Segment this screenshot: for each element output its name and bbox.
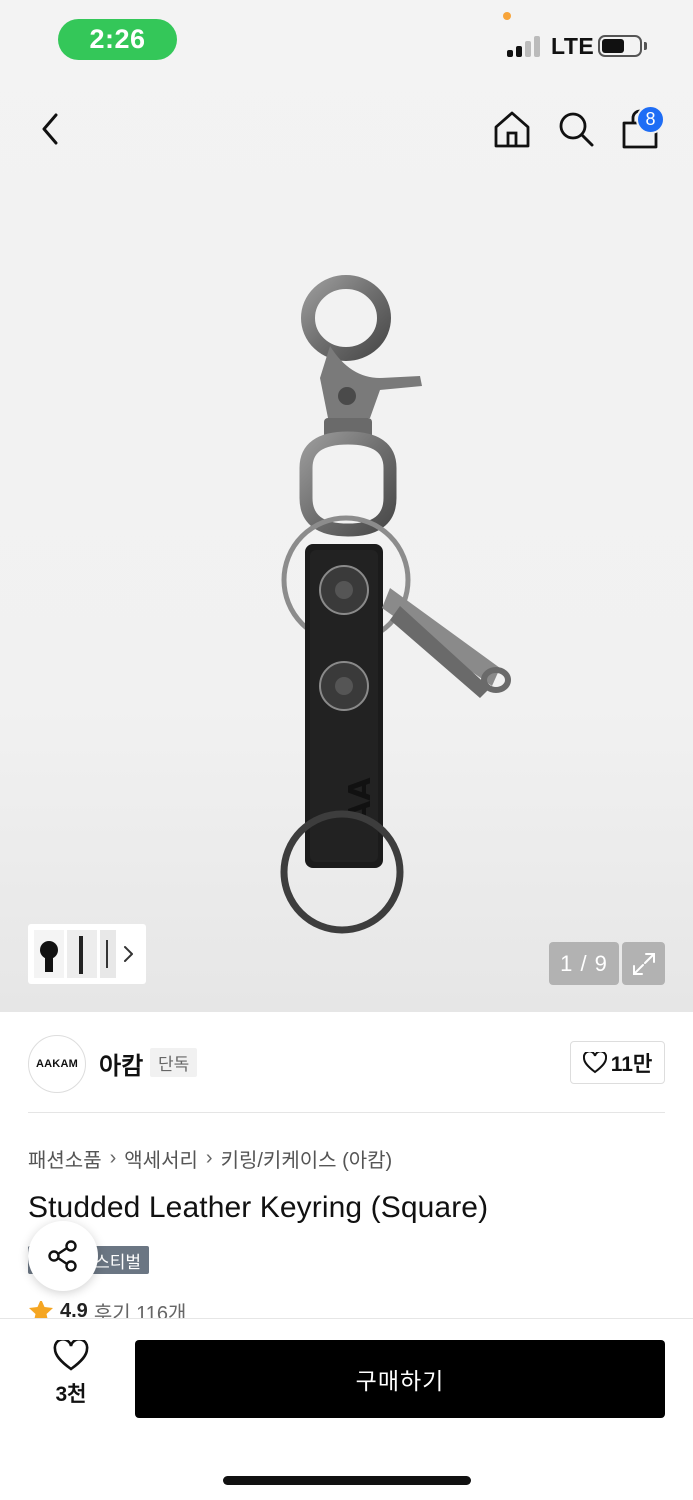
heart-icon	[53, 1340, 89, 1371]
breadcrumb-item[interactable]: 패션소품	[28, 1144, 102, 1173]
divider	[28, 1112, 665, 1113]
share-icon	[48, 1240, 77, 1272]
wishlist-button[interactable]: 3천	[40, 1340, 102, 1416]
buy-button[interactable]: 구매하기	[135, 1340, 665, 1418]
thumbnail-strip[interactable]	[28, 924, 146, 984]
battery-icon	[598, 35, 642, 57]
home-button[interactable]	[489, 106, 535, 152]
cart-count-badge: 8	[636, 105, 665, 134]
expand-button[interactable]	[622, 942, 665, 985]
privacy-indicator-dot	[503, 12, 511, 20]
chevron-left-icon	[42, 113, 58, 145]
share-button[interactable]	[28, 1221, 98, 1291]
back-button[interactable]	[28, 106, 72, 152]
heart-icon	[582, 1051, 607, 1073]
thumbnail-images[interactable]	[34, 930, 116, 978]
signal-icon	[507, 35, 543, 57]
status-time: 2:26	[58, 19, 177, 60]
product-title: Studded Leather Keyring (Square)	[28, 1191, 489, 1224]
expand-icon	[632, 952, 655, 975]
home-icon	[494, 111, 530, 148]
image-page-counter: 1 / 9	[549, 942, 619, 985]
chevron-right-icon	[124, 946, 133, 962]
home-indicator	[223, 1476, 471, 1485]
brand-name[interactable]: 아캄	[99, 1046, 143, 1081]
breadcrumb-item[interactable]: 액세서리	[124, 1144, 198, 1173]
breadcrumb: 패션소품 › 액세서리 › 키링/키케이스 (아캄)	[28, 1144, 392, 1173]
breadcrumb-item[interactable]: 키링/키케이스 (아캄)	[221, 1144, 393, 1173]
chevron-right-icon: ›	[205, 1147, 213, 1169]
product-image[interactable]: AA	[250, 268, 530, 948]
brand-like-button[interactable]: 11만	[570, 1041, 665, 1084]
network-label: LTE	[551, 33, 595, 59]
search-button[interactable]	[553, 106, 599, 152]
brand-like-count: 11만	[610, 1052, 653, 1076]
search-icon	[559, 112, 594, 147]
brand-logo[interactable]: AAKAM	[28, 1035, 86, 1093]
wishlist-count: 3천	[55, 1383, 87, 1406]
product-gallery[interactable]: 2:26 LTE 8 AA 1 / 9	[0, 0, 693, 1012]
chevron-right-icon: ›	[109, 1147, 117, 1169]
exclusive-tag: 단독	[150, 1048, 198, 1077]
